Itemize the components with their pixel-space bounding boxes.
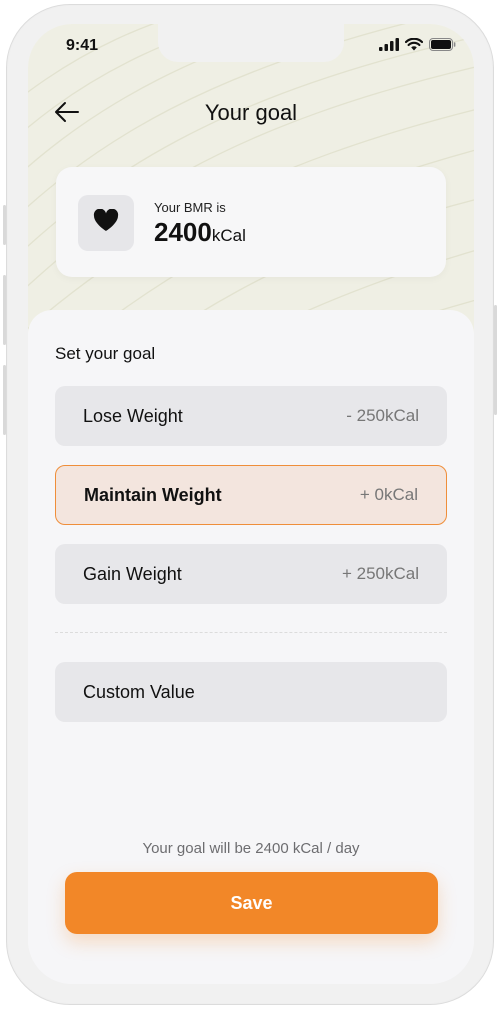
goal-sheet: Set your goal Lose Weight - 250kCal Main…: [28, 310, 474, 984]
goal-option-label: Lose Weight: [83, 405, 183, 426]
goal-option-delta: + 250kCal: [341, 564, 419, 583]
goal-option-lose-weight[interactable]: Lose Weight - 250kCal: [55, 386, 447, 446]
custom-value-option[interactable]: Custom Value: [55, 662, 447, 722]
bmr-card: Your BMR is 2400kCal: [56, 167, 446, 277]
page-title: Your goal: [204, 100, 298, 125]
mute-switch: [3, 205, 6, 245]
goal-option-label: Gain Weight: [83, 563, 182, 584]
goal-option-delta: - 250kCal: [346, 406, 419, 425]
goal-option-maintain-weight[interactable]: Maintain Weight + 0kCal: [55, 465, 447, 525]
heart-icon: [93, 208, 119, 237]
power-button: [494, 305, 497, 415]
goal-option-label: Maintain Weight: [84, 484, 222, 505]
app-screen: 9:41 Your goal Your BMR is 2400kCal Set …: [28, 24, 474, 984]
custom-value-label: Custom Value: [83, 681, 195, 702]
bmr-number: 2400: [154, 217, 212, 247]
signal-icon: [379, 38, 399, 56]
goal-option-delta: + 0kCal: [359, 485, 418, 504]
section-title: Set your goal: [55, 344, 156, 363]
battery-icon: [429, 38, 456, 56]
goal-option-gain-weight[interactable]: Gain Weight + 250kCal: [55, 544, 447, 604]
status-time: 9:41: [66, 37, 99, 54]
dashed-divider: [55, 632, 447, 633]
goal-summary: Your goal will be 2400 kCal / day: [142, 840, 360, 857]
status-icons: [379, 37, 456, 56]
save-button[interactable]: Save: [65, 872, 438, 934]
volume-up-button: [3, 275, 6, 345]
camera-notch: [158, 24, 344, 62]
wifi-icon: [404, 37, 424, 56]
bmr-value: 2400kCal: [154, 217, 246, 248]
volume-down-button: [3, 365, 6, 435]
bmr-icon-box: [78, 195, 134, 251]
bmr-unit: kCal: [211, 226, 246, 245]
bmr-label: Your BMR is: [154, 200, 226, 215]
